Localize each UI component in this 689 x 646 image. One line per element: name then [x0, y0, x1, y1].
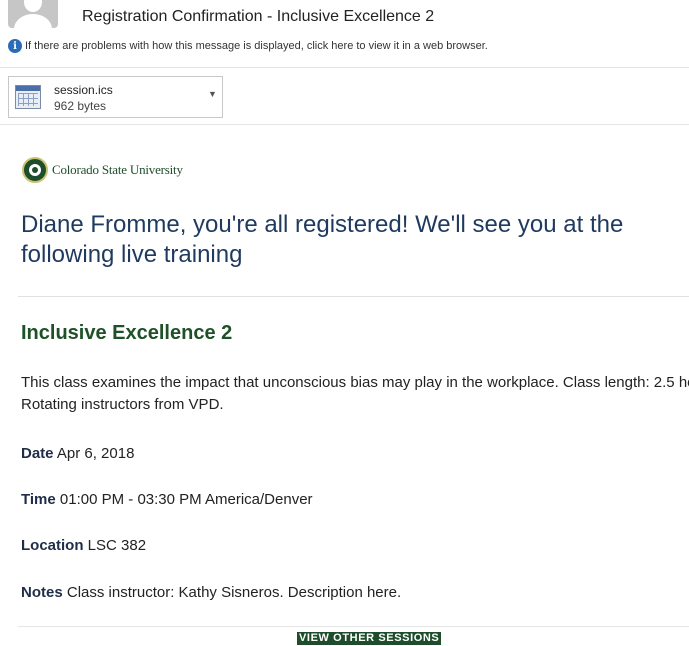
info-icon: i [8, 39, 22, 53]
attachment-session-ics[interactable]: session.ics 962 bytes ▼ [8, 76, 223, 118]
info-bar-text[interactable]: If there are problems with how this mess… [25, 40, 488, 52]
notes-label: Notes [21, 584, 63, 601]
csu-logo: Colorado State University [22, 157, 183, 183]
notes-value: Class instructor: Kathy Sisneros. Descri… [66, 584, 402, 601]
footer-divider [18, 626, 689, 627]
location-label: Location [21, 537, 84, 554]
content-divider [18, 296, 689, 297]
attachment-name: session.ics [54, 83, 113, 97]
date-value: Apr 6, 2018 [56, 445, 135, 462]
location-value: LSC 382 [87, 537, 147, 554]
email-subject: Registration Confirmation - Inclusive Ex… [82, 8, 435, 25]
location-field: Location LSC 382 [21, 537, 146, 554]
course-title: Inclusive Excellence 2 [21, 322, 233, 344]
person-avatar-icon [8, 0, 58, 28]
attachment-divider [0, 124, 689, 125]
date-label: Date [21, 445, 54, 462]
csu-logo-text: Colorado State University [52, 162, 183, 177]
view-other-sessions-button[interactable]: VIEW OTHER SESSIONS [297, 632, 442, 645]
notes-field: Notes Class instructor: Kathy Sisneros. … [21, 584, 401, 601]
registration-headline: Diane Fromme, you're all registered! We'… [21, 211, 624, 268]
date-field: Date Apr 6, 2018 [21, 445, 134, 462]
time-field: Time 01:00 PM - 03:30 PM America/Denver [21, 491, 313, 508]
csu-seal-icon [22, 157, 48, 183]
header-divider [0, 67, 689, 68]
time-label: Time [21, 491, 56, 508]
calendar-file-icon [15, 85, 41, 109]
course-description: This class examines the impact that unco… [21, 374, 689, 413]
email-header: Registration Confirmation - Inclusive Ex… [0, 0, 689, 70]
info-bar[interactable]: i If there are problems with how this me… [8, 38, 488, 54]
attachment-size: 962 bytes [54, 99, 107, 113]
time-value: 01:00 PM - 03:30 PM America/Denver [59, 491, 313, 508]
chevron-down-icon[interactable]: ▼ [208, 89, 217, 99]
